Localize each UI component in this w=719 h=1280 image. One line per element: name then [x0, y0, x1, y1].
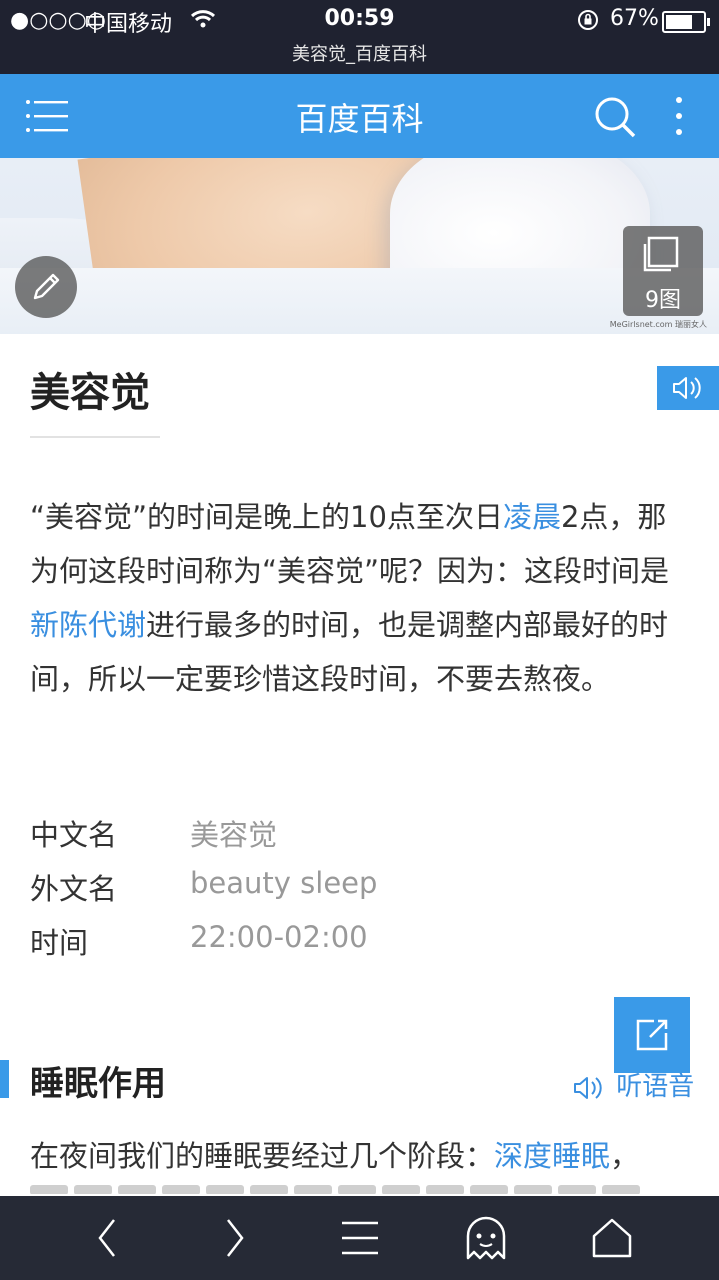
more-vertical-icon[interactable]	[664, 94, 694, 142]
summary-text: “美容觉”的时间是晚上的10点至次日	[30, 500, 503, 534]
app-header: 百度百科	[0, 74, 719, 158]
hero-image[interactable]: MeGirlsnet.com 瑞丽女人	[0, 158, 719, 334]
bottom-toolbar	[0, 1196, 719, 1280]
share-button[interactable]	[614, 997, 690, 1073]
info-value: beauty sleep	[190, 866, 378, 900]
gallery-icon	[643, 236, 679, 272]
section-text-body: 在夜间我们的睡眠要经过几个阶段：	[30, 1139, 495, 1173]
listen-label: 听语音	[616, 1072, 695, 1102]
link-metabolism[interactable]: 新陈代谢	[30, 608, 146, 642]
status-bar: ●○○○○ 中国移动 00:59 美容觉_百度百科 67%	[0, 0, 719, 74]
menu-lines-icon[interactable]	[330, 1214, 390, 1262]
battery-percent: 67%	[610, 6, 659, 31]
link-deep-sleep[interactable]: 深度睡眠	[494, 1139, 610, 1173]
link-lingchen[interactable]: 凌晨	[503, 500, 561, 534]
image-count: 9图	[645, 288, 681, 313]
rotation-lock-icon	[576, 8, 600, 36]
read-aloud-button[interactable]	[657, 366, 719, 410]
info-key: 时间	[30, 926, 89, 960]
article-summary: “美容觉”的时间是晚上的10点至次日凌晨2点，那为何这段时间称为“美容觉”呢？因…	[30, 490, 690, 706]
speaker-icon	[574, 1076, 602, 1099]
edit-button[interactable]	[15, 256, 77, 318]
forward-icon[interactable]	[204, 1214, 264, 1262]
battery-icon	[662, 11, 710, 33]
share-icon	[636, 1019, 668, 1051]
section-text: 在夜间我们的睡眠要经过几个阶段：深度睡眠，	[30, 1130, 700, 1182]
back-icon[interactable]	[78, 1214, 138, 1262]
image-watermark: MeGirlsnet.com 瑞丽女人	[609, 320, 707, 329]
section-title: 睡眠作用	[30, 1064, 166, 1104]
gallery-button[interactable]: 9图	[623, 226, 703, 316]
home-icon[interactable]	[582, 1214, 642, 1262]
section-marker	[0, 1060, 9, 1098]
cutoff-text-line	[30, 1180, 700, 1194]
info-value: 22:00-02:00	[190, 920, 368, 954]
ghost-icon[interactable]	[456, 1214, 516, 1262]
listen-button[interactable]: 听语音	[572, 1066, 694, 1103]
info-key: 外文名	[30, 872, 118, 906]
page-title: 美容觉	[30, 370, 150, 416]
title-divider	[30, 436, 160, 438]
speaker-icon	[673, 377, 701, 399]
search-icon[interactable]	[592, 94, 638, 144]
info-key: 中文名	[30, 818, 118, 852]
section-text-punct: ，	[610, 1139, 640, 1173]
info-value: 美容觉	[190, 818, 278, 852]
pencil-icon	[33, 273, 60, 300]
page-url-title: 美容觉_百度百科	[292, 44, 427, 65]
